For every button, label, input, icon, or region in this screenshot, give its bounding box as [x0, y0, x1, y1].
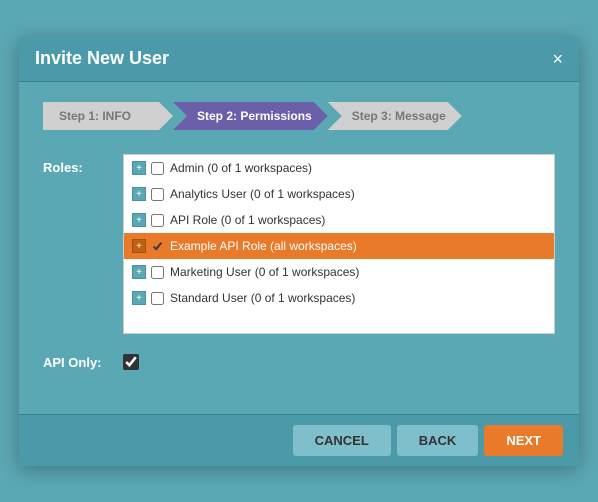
cancel-button[interactable]: CANCEL — [293, 425, 391, 456]
api-only-row: API Only: — [43, 354, 555, 370]
roles-list: + Admin (0 of 1 workspaces) + Analytics Use… — [124, 155, 554, 311]
invite-user-dialog: Invite New User × Step 1: INFO Step 2: P… — [19, 36, 579, 466]
dialog-footer: CANCEL BACK NEXT — [19, 414, 579, 466]
next-button[interactable]: NEXT — [484, 425, 563, 456]
role-checkbox-api-role[interactable] — [151, 214, 164, 227]
roles-list-container[interactable]: + Admin (0 of 1 workspaces) + Analytics Use… — [123, 154, 555, 334]
role-expand-example-api-role[interactable]: + — [132, 239, 146, 253]
role-label-marketing-user: Marketing User (0 of 1 workspaces) — [170, 265, 546, 279]
role-label-api-role: API Role (0 of 1 workspaces) — [170, 213, 546, 227]
dialog-header: Invite New User × — [19, 36, 579, 82]
role-item-admin[interactable]: + Admin (0 of 1 workspaces) — [124, 155, 554, 181]
back-button[interactable]: BACK — [397, 425, 479, 456]
role-checkbox-marketing-user[interactable] — [151, 266, 164, 279]
role-expand-standard-user[interactable]: + — [132, 291, 146, 305]
dialog-title: Invite New User — [35, 48, 169, 69]
role-expand-api-role[interactable]: + — [132, 213, 146, 227]
step-2: Step 2: Permissions — [173, 102, 328, 130]
close-button[interactable]: × — [552, 50, 563, 68]
role-expand-admin[interactable]: + — [132, 161, 146, 175]
role-item-analytics-user[interactable]: + Analytics User (0 of 1 workspaces) — [124, 181, 554, 207]
dialog-body: Step 1: INFO Step 2: Permissions Step 3:… — [19, 82, 579, 414]
api-only-label: API Only: — [43, 355, 123, 370]
role-label-analytics-user: Analytics User (0 of 1 workspaces) — [170, 187, 546, 201]
role-item-example-api-role[interactable]: + Example API Role (all workspaces) — [124, 233, 554, 259]
roles-label: Roles: — [43, 154, 123, 175]
role-checkbox-admin[interactable] — [151, 162, 164, 175]
role-item-marketing-user[interactable]: + Marketing User (0 of 1 workspaces) — [124, 259, 554, 285]
role-label-example-api-role: Example API Role (all workspaces) — [170, 239, 546, 253]
role-checkbox-analytics-user[interactable] — [151, 188, 164, 201]
role-item-standard-user[interactable]: + Standard User (0 of 1 workspaces) — [124, 285, 554, 311]
role-label-admin: Admin (0 of 1 workspaces) — [170, 161, 546, 175]
roles-row: Roles: + Admin (0 of 1 workspaces) + Analyt… — [43, 154, 555, 334]
role-expand-marketing-user[interactable]: + — [132, 265, 146, 279]
api-only-checkbox[interactable] — [123, 354, 139, 370]
step-3: Step 3: Message — [328, 102, 462, 130]
role-label-standard-user: Standard User (0 of 1 workspaces) — [170, 291, 546, 305]
role-expand-analytics-user[interactable]: + — [132, 187, 146, 201]
role-checkbox-example-api-role[interactable] — [151, 240, 164, 253]
role-item-api-role[interactable]: + API Role (0 of 1 workspaces) — [124, 207, 554, 233]
steps-bar: Step 1: INFO Step 2: Permissions Step 3:… — [43, 102, 555, 130]
step-1: Step 1: INFO — [43, 102, 173, 130]
role-checkbox-standard-user[interactable] — [151, 292, 164, 305]
